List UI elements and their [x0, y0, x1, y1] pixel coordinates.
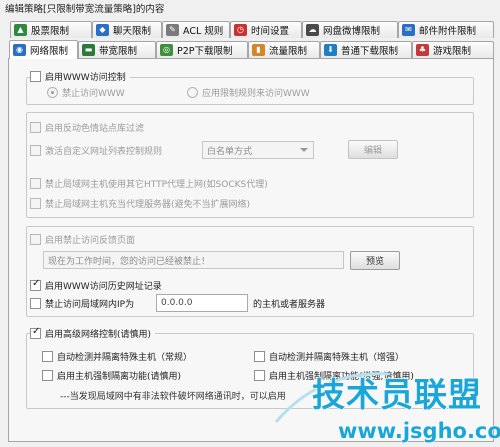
- feedback-message-value: 现在为工作时间，您的访问已经被禁止！: [48, 256, 211, 267]
- network-icon: ◉: [13, 44, 26, 56]
- checkbox-box[interactable]: [30, 122, 41, 133]
- tab-stock[interactable]: ▲ 股票限制: [10, 21, 92, 38]
- tab-mail[interactable]: ✉ 邮件附件限制: [398, 21, 494, 38]
- tab-label: 普通下载限制: [341, 46, 399, 57]
- list-mode-value: 白名单方式: [207, 146, 253, 157]
- www-control-label: 启用WWW访问控制: [45, 73, 126, 83]
- custom-url-label: 激活自定义网址列表控制规则: [45, 147, 163, 157]
- tab-label: 股票限制: [31, 26, 70, 37]
- checkbox-box[interactable]: [30, 298, 41, 309]
- tab-label: P2P下载限制: [177, 46, 233, 57]
- tab-network[interactable]: ◉ 网络限制: [9, 40, 78, 59]
- p2p-icon: ◎: [160, 44, 173, 56]
- watermark-text: 技术员联盟: [312, 375, 482, 414]
- game-icon: ♣: [416, 44, 429, 56]
- watermark-url: www.jsgho.com: [338, 419, 500, 443]
- clock-icon: ◷: [234, 24, 247, 36]
- block-ip-input[interactable]: 0.0.0.0: [156, 294, 248, 312]
- proxy-server-label: 禁止局域网主机充当代理服务器(避免不当扩展网络): [45, 200, 251, 210]
- radio-rule-www[interactable]: 应用限制规则来访问WWW: [187, 86, 310, 99]
- checkbox-box[interactable]: [30, 278, 41, 291]
- tab-acl[interactable]: ✎ ACL 规则: [162, 21, 230, 38]
- proxy-server-checkbox[interactable]: 禁止局域网主机充当代理服务器(避免不当扩展网络): [30, 197, 250, 210]
- checkbox-box[interactable]: [30, 326, 41, 339]
- traffic-icon: ▮: [252, 44, 265, 56]
- watermark-graphic: 技术员联盟 www.jsgho.com: [274, 372, 500, 444]
- radio-block-label: 禁止访问WWW: [62, 89, 125, 99]
- tab-label: 网盘微博限制: [323, 26, 381, 37]
- feedback-message-input[interactable]: 现在为工作时间，您的访问已经被禁止！: [43, 251, 344, 269]
- feedback-page-label: 启用禁止访问反馈页面: [45, 236, 136, 246]
- checkbox-box[interactable]: [30, 178, 41, 189]
- radio-dot[interactable]: [187, 87, 198, 98]
- tab-label: 带宽限制: [99, 46, 138, 57]
- advanced-control-checkbox[interactable]: 启用高级网络控制(请慎用): [30, 326, 156, 340]
- list-mode-select[interactable]: 白名单方式: [202, 141, 314, 159]
- advanced-note: ---当发现局域网中有非法软件破坏网络通讯时，可以启用: [60, 392, 286, 402]
- radio-block-www[interactable]: 禁止访问WWW: [47, 86, 125, 99]
- advanced-control-label: 启用高级网络控制(请慎用): [45, 330, 152, 340]
- tab-chat[interactable]: ◆ 聊天限制: [92, 21, 162, 38]
- tab-bandwidth[interactable]: ▬ 带宽限制: [78, 41, 156, 58]
- auto-isolate-normal-checkbox[interactable]: 自动检测并隔离特殊主机（常规）: [42, 350, 192, 363]
- checkbox-box[interactable]: [30, 145, 41, 156]
- checkbox-box[interactable]: [42, 351, 53, 362]
- tab-cloud[interactable]: ☁ 网盘微博限制: [302, 21, 398, 38]
- proxy-usage-checkbox[interactable]: 禁止局域网主机使用其它HTTP代理上网(如SOCKS代理): [30, 177, 268, 190]
- stock-icon: ▲: [14, 24, 27, 36]
- tab-label: 流量限制: [269, 46, 308, 57]
- reverse-color-filter-label: 启用反动色情站点库过滤: [45, 124, 145, 134]
- www-control-checkbox[interactable]: 启用WWW访问控制: [30, 70, 130, 83]
- download-icon: ⬇: [324, 44, 337, 56]
- radio-dot[interactable]: [47, 87, 58, 98]
- checkbox-box[interactable]: [254, 370, 265, 381]
- proxy-usage-label: 禁止局域网主机使用其它HTTP代理上网(如SOCKS代理): [45, 180, 268, 190]
- preview-button[interactable]: 预览: [350, 251, 400, 270]
- acl-icon: ✎: [166, 24, 179, 36]
- tab-label: 邮件附件限制: [419, 26, 477, 37]
- feedback-page-checkbox[interactable]: 启用禁止访问反馈页面: [30, 233, 135, 246]
- force-isolate-checkbox[interactable]: 启用主机强制隔离功能(请慎用): [42, 369, 181, 382]
- checkbox-box[interactable]: [30, 198, 41, 209]
- custom-url-checkbox[interactable]: 激活自定义网址列表控制规则: [30, 144, 162, 157]
- tab-traffic[interactable]: ▮ 流量限制: [248, 41, 320, 58]
- bandwidth-icon: ▬: [82, 44, 95, 56]
- tab-label: ACL 规则: [183, 26, 224, 37]
- checkbox-box[interactable]: [254, 351, 265, 362]
- tab-download[interactable]: ⬇ 普通下载限制: [320, 41, 412, 58]
- chat-icon: ◆: [96, 24, 109, 36]
- reverse-color-filter-checkbox[interactable]: 启用反动色情站点库过滤: [30, 121, 144, 134]
- tab-label: 时间设置: [251, 26, 290, 37]
- mail-icon: ✉: [402, 24, 415, 36]
- block-ip-checkbox[interactable]: 禁止访问局域网内IP为: [30, 297, 134, 310]
- tab-game[interactable]: ♣ 游戏限制: [412, 41, 494, 58]
- tab-label: 聊天限制: [113, 26, 152, 37]
- history-record-checkbox[interactable]: 启用WWW访问历史网址记录: [30, 278, 162, 292]
- checkbox-box[interactable]: [42, 370, 53, 381]
- edit-button[interactable]: 编辑: [348, 140, 398, 159]
- auto-isolate-normal-label: 自动检测并隔离特殊主机（常规）: [57, 353, 193, 363]
- tab-label: 游戏限制: [433, 46, 472, 57]
- checkbox-box[interactable]: [30, 71, 41, 82]
- window-title: 编辑策略[只限制带宽流量策略]的内容: [5, 4, 165, 15]
- radio-rule-label: 应用限制规则来访问WWW: [202, 89, 310, 99]
- block-ip-suffix: 的主机或者服务器: [253, 300, 326, 310]
- block-ip-label: 禁止访问局域网内IP为: [45, 300, 135, 310]
- site-watermark: 技术员联盟 www.jsgho.com: [270, 362, 500, 444]
- checkbox-box[interactable]: [30, 234, 41, 245]
- history-record-label: 启用WWW访问历史网址记录: [45, 282, 162, 292]
- force-isolate-label: 启用主机强制隔离功能(请慎用): [57, 372, 182, 382]
- tab-p2p[interactable]: ◎ P2P下载限制: [156, 41, 248, 58]
- block-ip-value: 0.0.0.0: [161, 298, 193, 308]
- tab-time[interactable]: ◷ 时间设置: [230, 21, 302, 38]
- tab-label: 网络限制: [30, 46, 69, 57]
- cloud-icon: ☁: [306, 24, 319, 36]
